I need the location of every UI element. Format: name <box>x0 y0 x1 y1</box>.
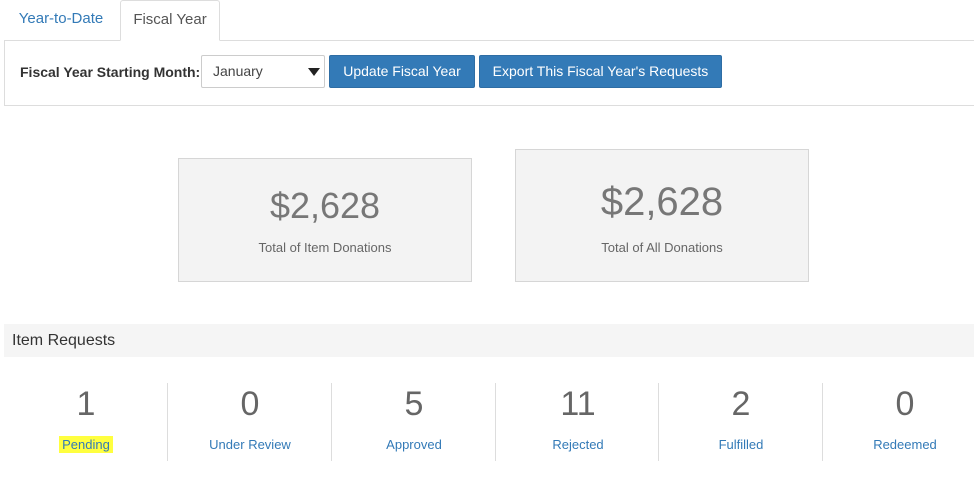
chevron-down-icon <box>308 68 320 76</box>
item-requests-header: Item Requests <box>4 324 974 357</box>
starting-month-select[interactable]: January <box>201 55 325 88</box>
under-review-link[interactable]: Under Review <box>168 437 332 452</box>
approved-count: 5 <box>404 385 424 423</box>
pending-count: 1 <box>76 385 96 423</box>
update-fiscal-year-button[interactable]: Update Fiscal Year <box>329 55 475 88</box>
item-donations-caption: Total of Item Donations <box>258 240 392 255</box>
status-approved: 5 Approved <box>331 383 496 461</box>
fulfilled-count: 2 <box>731 385 751 423</box>
item-requests-summary: 1 Pending 0 Under Review 5 Approved 11 R… <box>4 383 974 461</box>
redeemed-link[interactable]: Redeemed <box>823 437 974 452</box>
tab-bar: Year-to-Date Fiscal Year <box>4 0 974 41</box>
fiscal-year-panel: Fiscal Year Starting Month: January Upda… <box>4 40 974 106</box>
status-pending: 1 Pending <box>4 383 168 461</box>
redeemed-count: 0 <box>895 385 915 423</box>
status-rejected: 11 Rejected <box>495 383 660 461</box>
pending-link-label: Pending <box>59 436 113 453</box>
status-under-review: 0 Under Review <box>167 383 332 461</box>
all-donations-total: $2,628 <box>600 180 724 224</box>
starting-month-value: January <box>213 63 263 79</box>
all-donations-card: $2,628 Total of All Donations <box>515 149 809 282</box>
fiscal-year-start-label: Fiscal Year Starting Month: <box>20 64 201 80</box>
tab-year-to-date[interactable]: Year-to-Date <box>4 0 118 40</box>
tab-fiscal-year[interactable]: Fiscal Year <box>120 0 220 41</box>
pending-link[interactable]: Pending <box>4 436 168 453</box>
all-donations-caption: Total of All Donations <box>601 240 723 255</box>
item-donations-card: $2,628 Total of Item Donations <box>178 158 472 282</box>
rejected-count: 11 <box>560 385 596 423</box>
under-review-count: 0 <box>240 385 260 423</box>
rejected-link[interactable]: Rejected <box>496 437 660 452</box>
export-requests-button[interactable]: Export This Fiscal Year's Requests <box>479 55 722 88</box>
status-fulfilled: 2 Fulfilled <box>658 383 823 461</box>
approved-link[interactable]: Approved <box>332 437 496 452</box>
item-donations-total: $2,628 <box>269 185 381 226</box>
fulfilled-link[interactable]: Fulfilled <box>659 437 823 452</box>
status-redeemed: 0 Redeemed <box>822 383 974 461</box>
